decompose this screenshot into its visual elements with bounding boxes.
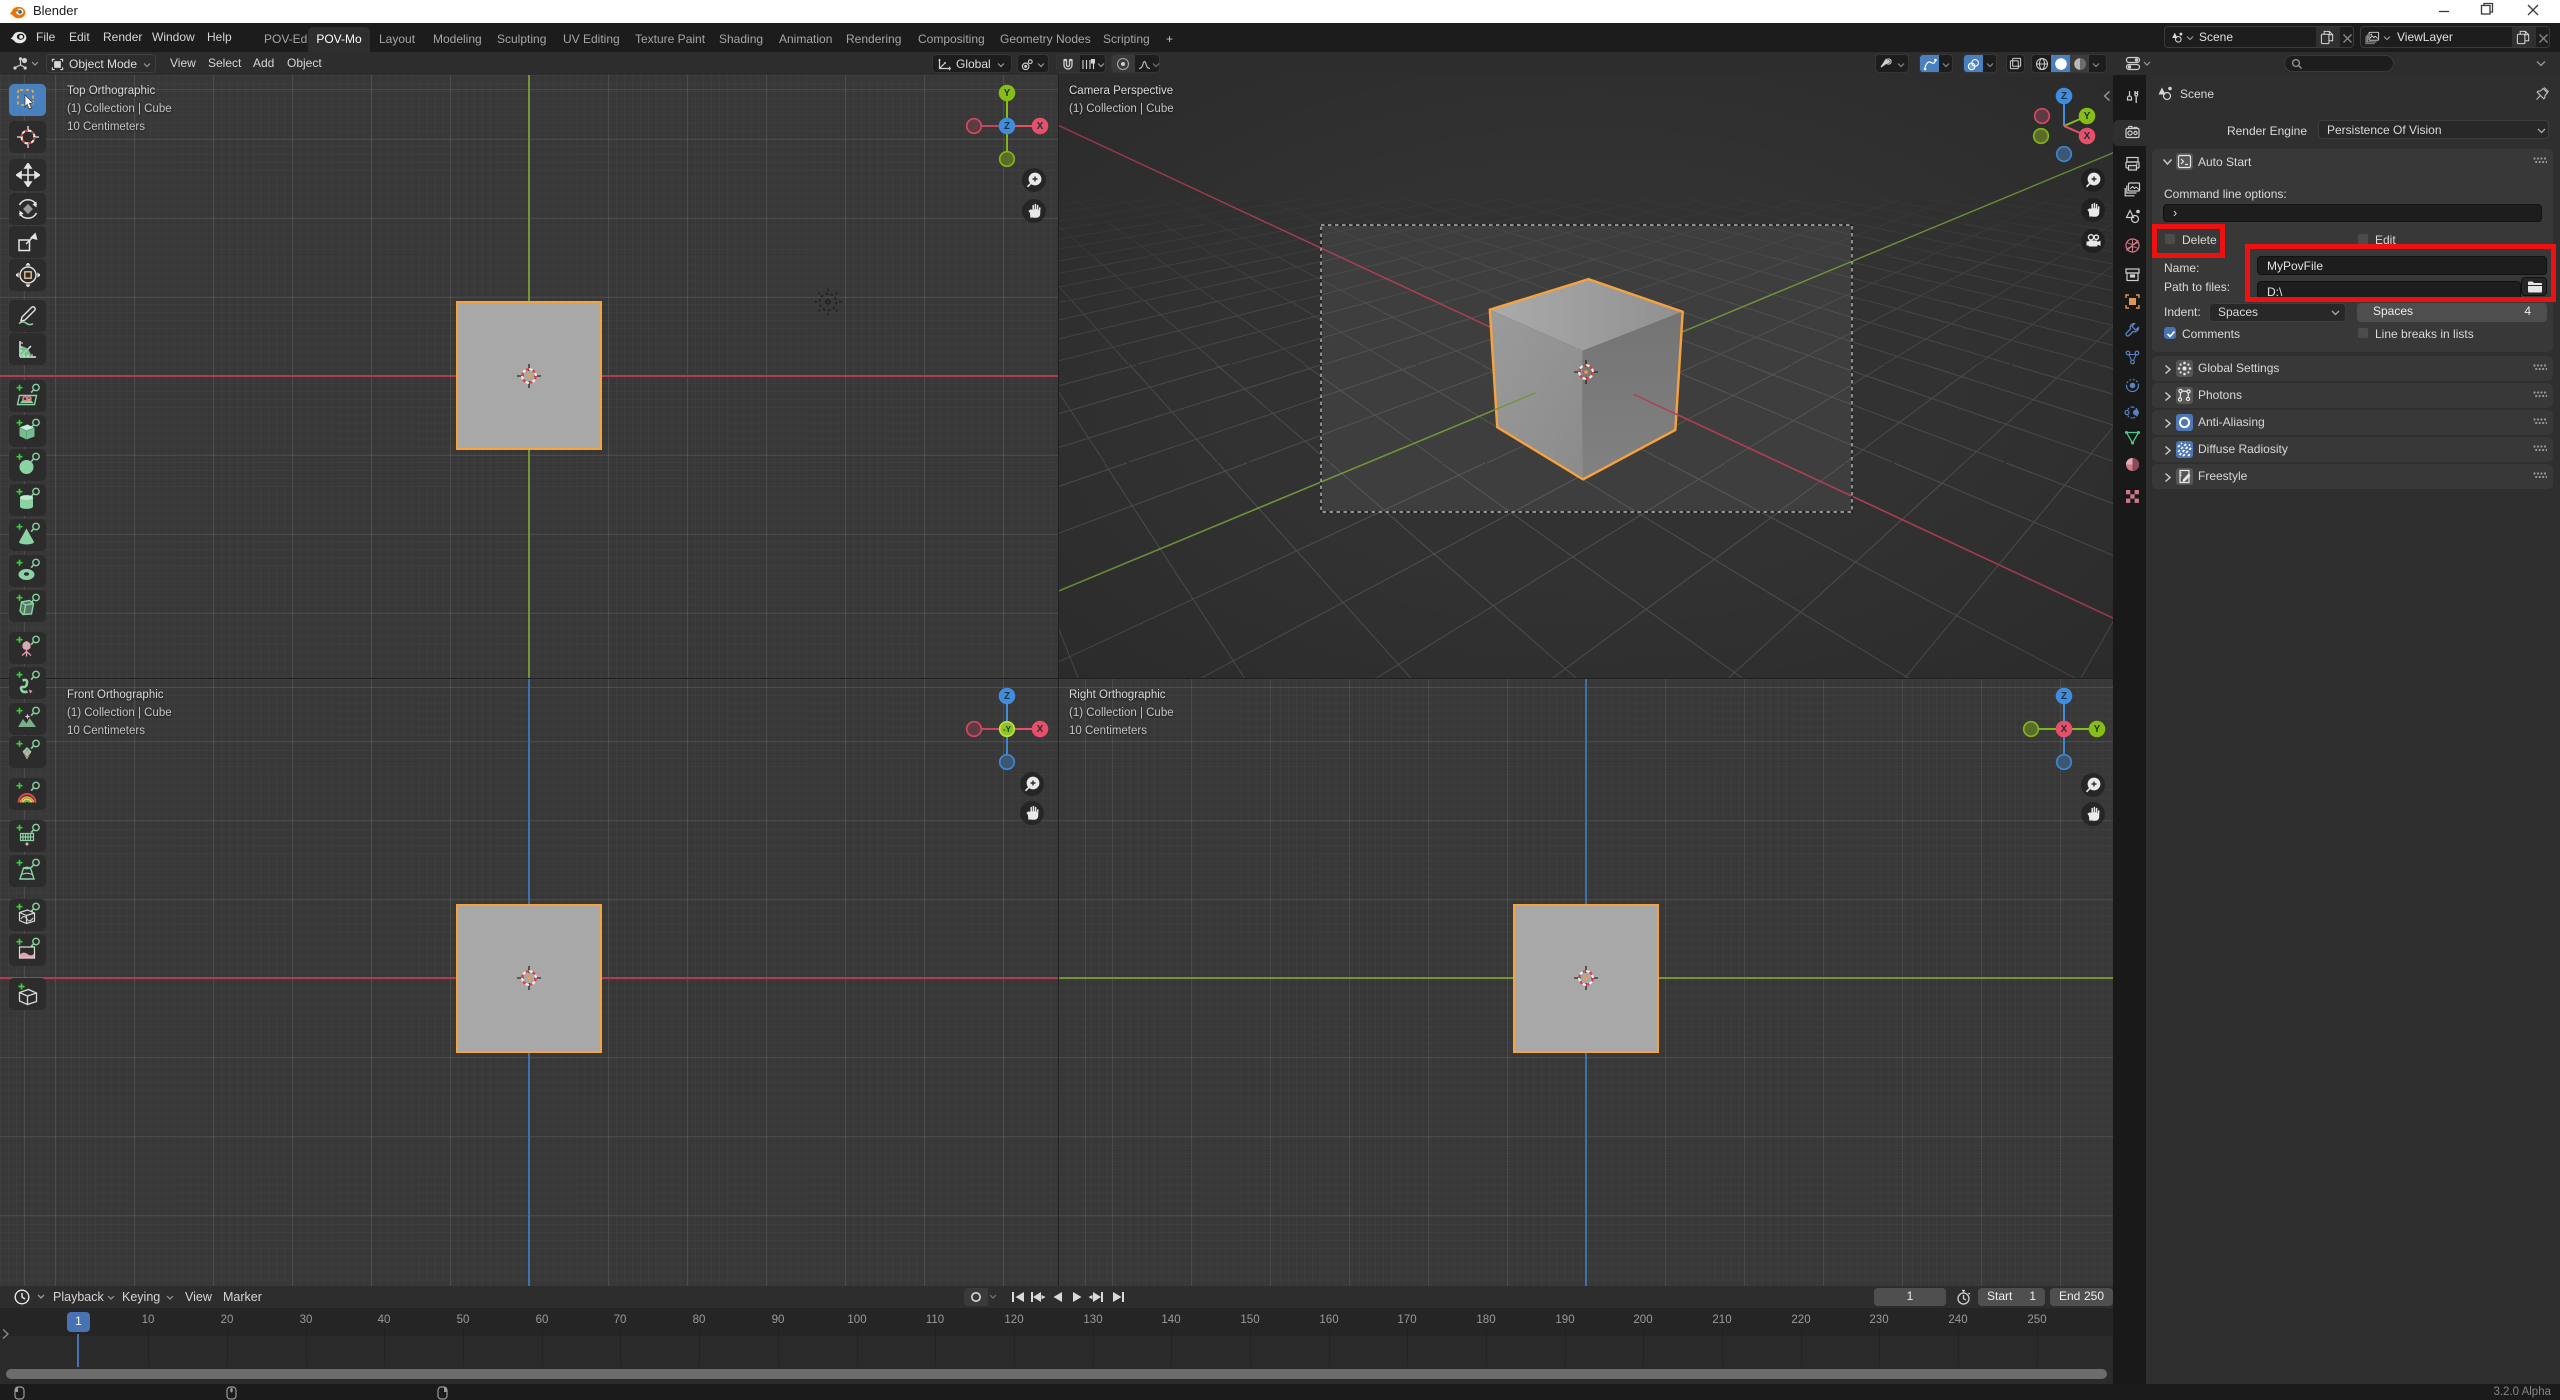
svg-text:X: X (1037, 121, 1044, 132)
svg-text:Y: Y (2094, 724, 2101, 735)
svg-text:-Y: -Y (1003, 725, 1012, 734)
svg-text:X: X (1037, 724, 1044, 735)
svg-text:Z: Z (2061, 691, 2067, 702)
svg-text:X: X (2084, 131, 2091, 142)
svg-text:Y: Y (2084, 111, 2091, 122)
svg-text:Z: Z (1004, 121, 1010, 132)
svg-text:Z: Z (2061, 91, 2067, 102)
svg-text:X: X (2061, 724, 2068, 735)
svg-text:Z: Z (1004, 691, 1010, 702)
svg-text:Y: Y (1004, 88, 1011, 99)
